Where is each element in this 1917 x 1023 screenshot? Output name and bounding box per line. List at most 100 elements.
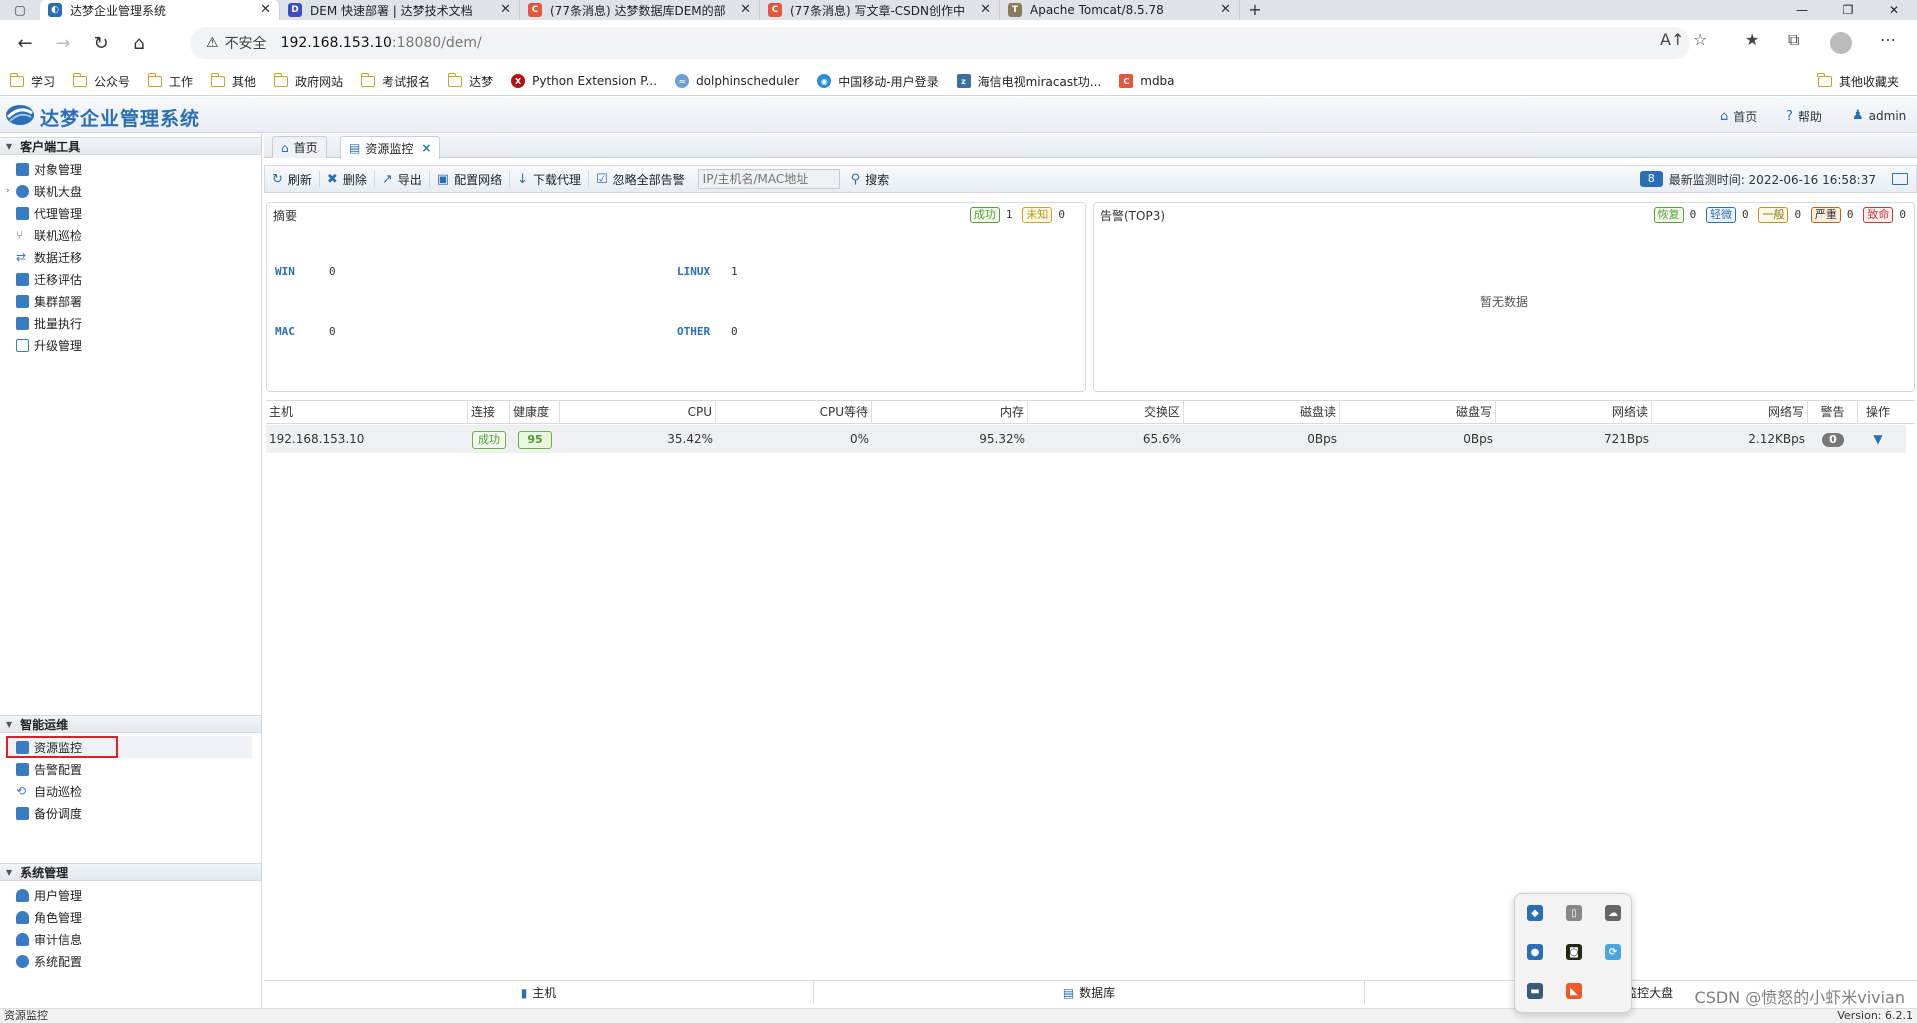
row-actions-dropdown-icon[interactable]: ▼ xyxy=(1858,425,1898,453)
back-icon[interactable]: ← xyxy=(6,33,44,54)
alert-level-severe[interactable]: 严重 xyxy=(1810,207,1841,223)
monitor-tray-icon[interactable]: ▬ xyxy=(1527,983,1543,999)
bookmark-folder[interactable]: 公众号 xyxy=(72,72,130,90)
sidebar-item-online-dashboard[interactable]: › 联机大盘 xyxy=(0,180,252,202)
col-cpu-wait[interactable]: CPU等待 xyxy=(716,401,872,424)
close-tab-icon[interactable]: ✕ xyxy=(740,2,751,17)
app-tray-icon[interactable]: ◣ xyxy=(1566,983,1582,999)
nvidia-icon[interactable]: ◙ xyxy=(1566,944,1582,960)
reload-icon[interactable]: ↻ xyxy=(82,33,120,54)
minimize-icon[interactable]: — xyxy=(1779,0,1825,20)
config-network-button[interactable]: ▣ 配置网络 xyxy=(430,171,511,187)
col-net-write[interactable]: 网络写 xyxy=(1652,401,1808,424)
search-input[interactable] xyxy=(697,169,840,189)
close-tab-icon[interactable]: ✕ xyxy=(1220,2,1231,17)
url-field[interactable]: ⚠ 不安全 192.168.153.10 :18080/dem/ xyxy=(190,27,1690,59)
col-warnings[interactable]: 警告 xyxy=(1808,401,1858,424)
shield-icon[interactable]: ◆ xyxy=(1527,905,1543,921)
sidebar-item-backup-schedule[interactable]: 备份调度 xyxy=(0,802,252,824)
bookmark-folder[interactable]: 学习 xyxy=(9,72,55,90)
col-disk-write[interactable]: 磁盘写 xyxy=(1340,401,1496,424)
usb-icon[interactable]: ▯ xyxy=(1566,905,1582,921)
export-button[interactable]: ↗ 导出 xyxy=(375,171,430,187)
restore-icon[interactable]: ❐ xyxy=(1825,0,1871,20)
sidebar-item-data-migration[interactable]: ⇄ 数据迁移 xyxy=(0,246,252,268)
tab-resource-monitor[interactable]: ▤ 资源监控 × xyxy=(340,136,441,159)
warning-count-badge[interactable]: 0 xyxy=(1822,433,1844,447)
bottom-tab-database[interactable]: ▤ 数据库 xyxy=(814,981,1365,1004)
delete-button[interactable]: ✖ 删除 xyxy=(320,171,375,187)
home-link[interactable]: ⌂ 首页 xyxy=(1720,108,1757,125)
alert-level-fatal[interactable]: 致命 xyxy=(1863,207,1894,223)
forward-icon[interactable]: → xyxy=(44,33,82,54)
browser-tab-dem[interactable]: ◐ 达梦企业管理系统 ✕ xyxy=(40,0,280,20)
success-tag[interactable]: 成功 xyxy=(969,207,1000,223)
tab-home[interactable]: ⌂ 首页 xyxy=(272,136,327,158)
alert-level-minor[interactable]: 轻微 xyxy=(1706,207,1737,223)
bookmark-folder[interactable]: 工作 xyxy=(147,72,193,90)
sidebar-item-migration-assessment[interactable]: 迁移评估 xyxy=(0,268,252,290)
section-client-tools[interactable]: ▼ 客户端工具 xyxy=(0,137,261,155)
bottom-tab-host[interactable]: ▮ 主机 xyxy=(264,981,814,1004)
sidebar-item-batch-execute[interactable]: 批量执行 xyxy=(0,312,252,334)
bookmark-link[interactable]: ≈ dolphinscheduler xyxy=(675,74,799,88)
close-tab-icon[interactable]: ✕ xyxy=(500,2,511,17)
bookmark-folder[interactable]: 政府网站 xyxy=(273,72,343,90)
sidebar-item-user-management[interactable]: 用户管理 xyxy=(0,884,252,906)
col-disk-read[interactable]: 磁盘读 xyxy=(1184,401,1340,424)
more-menu-icon[interactable]: ⋯ xyxy=(1880,30,1896,49)
col-net-read[interactable]: 网络读 xyxy=(1496,401,1652,424)
close-window-icon[interactable]: ✕ xyxy=(1871,0,1917,20)
sidebar-item-agent-management[interactable]: 代理管理 xyxy=(0,202,252,224)
sidebar-item-cluster-deploy[interactable]: 集群部署 xyxy=(0,290,252,312)
close-tab-icon[interactable]: ✕ xyxy=(980,2,991,17)
download-agent-button[interactable]: ↓ 下载代理 xyxy=(510,171,589,187)
ignore-all-alerts-button[interactable]: ☑ 忽略全部告警 xyxy=(589,171,692,187)
close-tab-icon[interactable]: ✕ xyxy=(260,2,271,17)
fullscreen-icon[interactable] xyxy=(1892,173,1908,185)
other-bookmarks[interactable]: 其他收藏夹 xyxy=(1817,72,1899,90)
sidebar-item-audit-info[interactable]: 审计信息 xyxy=(0,928,252,950)
security-app-icon[interactable]: ● xyxy=(1527,944,1543,960)
bookmark-link[interactable]: Cmdba xyxy=(1119,74,1175,88)
cloud-icon[interactable]: ☁ xyxy=(1605,905,1621,921)
col-memory[interactable]: 内存 xyxy=(872,401,1028,424)
bookmark-folder[interactable]: 达梦 xyxy=(447,72,493,90)
add-favorite-icon[interactable]: ☆ xyxy=(1693,30,1707,49)
sync-icon[interactable]: ⟳ xyxy=(1605,944,1621,960)
bookmark-link[interactable]: z 海信电视miracast功... xyxy=(956,73,1101,90)
collections-icon[interactable]: ⧉ xyxy=(1788,30,1799,50)
tab-actions-icon[interactable]: ▢ xyxy=(0,0,40,20)
browser-tab-csdn-2[interactable]: C (77条消息) 写文章-CSDN创作中 ✕ xyxy=(760,0,1000,20)
new-tab-icon[interactable]: + xyxy=(1240,0,1270,20)
col-host[interactable]: 主机 xyxy=(266,401,468,424)
col-swap[interactable]: 交换区 xyxy=(1028,401,1184,424)
profile-avatar[interactable] xyxy=(1830,32,1852,54)
sidebar-item-system-config[interactable]: 系统配置 xyxy=(0,950,252,972)
user-menu[interactable]: ♟ admin xyxy=(1852,108,1906,123)
close-tab-icon[interactable]: × xyxy=(421,141,431,155)
section-system-management[interactable]: ▼ 系统管理 xyxy=(0,863,261,881)
browser-tab-tomcat[interactable]: T Apache Tomcat/8.5.78 ✕ xyxy=(1000,0,1240,20)
unknown-tag[interactable]: 未知 xyxy=(1022,207,1053,223)
sidebar-item-alert-config[interactable]: 告警配置 xyxy=(0,758,252,780)
bookmark-link[interactable]: ◉ 中国移动-用户登录 xyxy=(817,73,939,90)
search-button[interactable]: ⚲ 搜索 xyxy=(844,171,897,187)
table-row[interactable]: 192.168.153.10 成功 95 35.42% 0% 95.32% 65… xyxy=(266,425,1906,453)
col-cpu[interactable]: CPU xyxy=(560,401,716,424)
browser-tab-dem-docs[interactable]: D DEM 快速部署 | 达梦技术文档 ✕ xyxy=(280,0,520,20)
col-connection[interactable]: 连接 xyxy=(468,401,510,424)
sidebar-item-online-inspection[interactable]: ⑂ 联机巡检 xyxy=(0,224,252,246)
expand-icon[interactable]: › xyxy=(6,186,10,196)
bookmark-link[interactable]: X Python Extension P... xyxy=(511,74,657,88)
favorites-icon[interactable]: ★ xyxy=(1745,30,1759,49)
alert-level-recover[interactable]: 恢复 xyxy=(1653,207,1684,223)
sidebar-item-object-management[interactable]: 对象管理 xyxy=(0,158,252,180)
alert-level-normal[interactable]: 一般 xyxy=(1758,207,1789,223)
bookmark-folder[interactable]: 考试报名 xyxy=(360,72,430,90)
col-health[interactable]: 健康度 xyxy=(510,401,560,424)
sidebar-item-auto-inspection[interactable]: ⟲ 自动巡检 xyxy=(0,780,252,802)
sidebar-item-resource-monitor[interactable]: 资源监控 xyxy=(6,736,118,758)
help-link[interactable]: ? 帮助 xyxy=(1786,108,1822,125)
home-icon[interactable]: ⌂ xyxy=(120,33,158,54)
